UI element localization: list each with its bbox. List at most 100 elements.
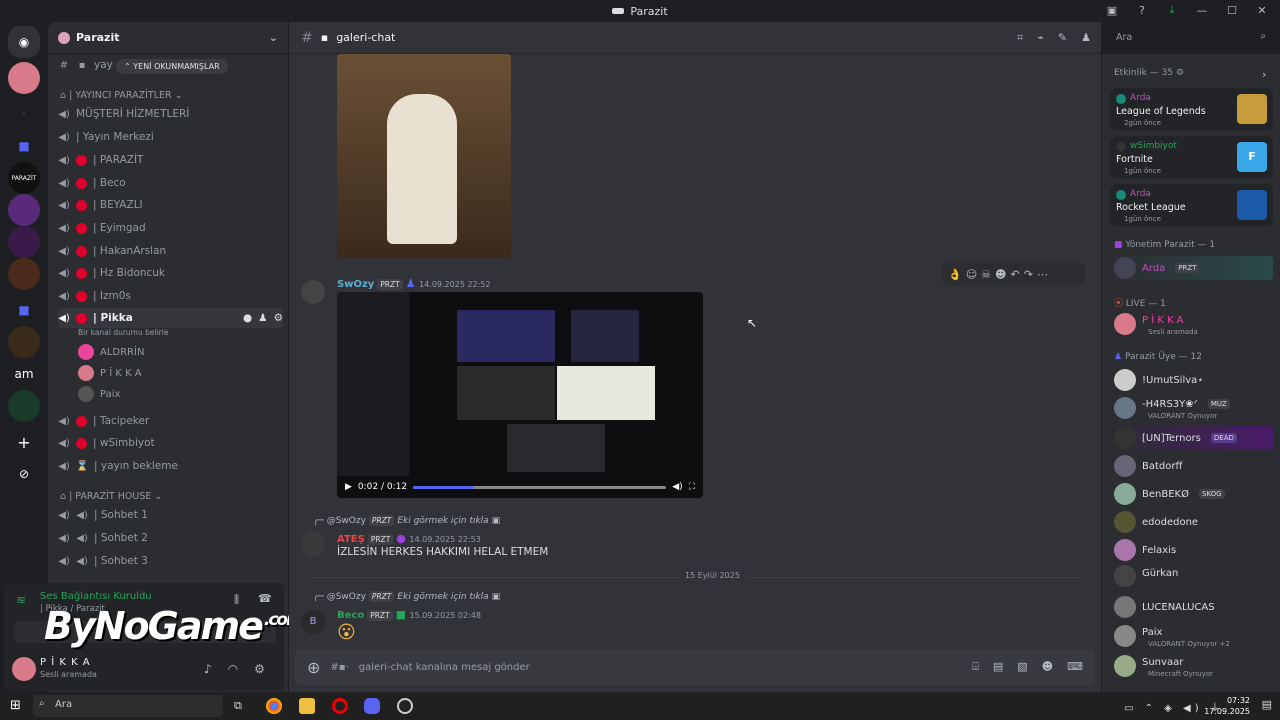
voice-member[interactable]: Paix — [78, 385, 120, 403]
gear-icon[interactable]: ⚙ — [254, 662, 265, 676]
obs-icon[interactable] — [397, 698, 413, 714]
add-attachment-icon[interactable]: ⊕ — [307, 658, 320, 677]
forward-icon[interactable]: ↷ — [1024, 268, 1033, 281]
folder-icon[interactable]: ■ — [8, 130, 40, 162]
play-icon[interactable]: ▶ — [345, 482, 352, 492]
member-item[interactable]: P İ K K A Sesli aramada — [1114, 312, 1274, 336]
channel-eyimgad[interactable]: ◀) | Eyimgad — [58, 218, 283, 238]
clock[interactable]: 07:32 17.09.2025 — [1204, 695, 1250, 717]
avatar[interactable]: B — [301, 610, 325, 634]
gif-icon[interactable]: ▤ — [993, 660, 1003, 674]
threads-icon[interactable]: ⌗ — [1017, 31, 1023, 45]
image-attachment[interactable] — [337, 54, 511, 258]
discord-icon[interactable] — [364, 698, 380, 714]
minimize-icon[interactable]: — — [1194, 4, 1210, 17]
guild-icon[interactable]: · — [8, 98, 40, 130]
reaction-skull-icon[interactable]: ☠ — [981, 268, 991, 281]
mute-icon[interactable]: ⌁ — [1037, 31, 1044, 45]
channel-wsimbiyot[interactable]: ◀) | wSimbiyot — [58, 433, 283, 453]
emoji-icon[interactable]: ☻ — [1042, 660, 1053, 674]
user-avatar[interactable] — [12, 657, 36, 681]
reply-reference[interactable]: ╭─ @SwOzy PRZT Eki görmek için tıkla ▣ — [313, 515, 500, 526]
member-item[interactable]: Paix VALORANT Oynuyor +2 — [1114, 624, 1274, 648]
folder-icon[interactable]: ■ — [8, 294, 40, 326]
help-icon[interactable]: ? — [1134, 4, 1150, 17]
chevron-right-icon[interactable]: › — [1262, 68, 1266, 81]
taskbar-search[interactable]: ⌕ Ara — [33, 695, 223, 717]
download-icon[interactable]: ⤓ — [1164, 3, 1180, 17]
guild-icon[interactable] — [8, 226, 40, 258]
channel-tacipeker[interactable]: ◀) | Tacipeker — [58, 411, 283, 431]
guild-icon[interactable] — [8, 62, 40, 94]
username[interactable]: Beco — [337, 610, 364, 621]
member-item[interactable]: BenBEKØ SKOG — [1114, 482, 1274, 506]
close-icon[interactable]: ✕ — [1254, 4, 1270, 17]
guild-parazit[interactable]: PARAZİT — [8, 162, 40, 194]
video-attachment[interactable]: ▶ 0:02 / 0:12 ◀) ⛶ — [337, 292, 703, 498]
opera-icon[interactable] — [332, 698, 348, 714]
message-input[interactable]: galeri-chat kanalına mesaj gönder — [359, 662, 530, 673]
gift-icon[interactable]: ⌸ — [972, 660, 979, 674]
maximize-icon[interactable]: ☐ — [1224, 4, 1240, 17]
pin-icon[interactable]: ✎ — [1058, 31, 1067, 45]
sticker-icon[interactable]: ▧ — [1017, 660, 1027, 674]
channel-parazit[interactable]: ◀) | PARAZİT — [58, 150, 283, 170]
fullscreen-icon[interactable]: ⛶ — [689, 482, 695, 492]
guild-icon[interactable] — [8, 390, 40, 422]
reaction-ok-icon[interactable]: 👌 — [948, 268, 962, 281]
category-yayinci[interactable]: ⌂ | YAYINCI PARAZİTLER ⌄ — [60, 90, 183, 101]
add-member-icon[interactable]: ♟ — [258, 312, 267, 324]
channel-musteri[interactable]: ◀) MÜŞTERİ HİZMETLERİ — [58, 104, 283, 124]
channel-sohbet-1[interactable]: ◀) ◀) | Sohbet 1 — [58, 505, 283, 525]
member-item[interactable]: !UmutSilva⋆ — [1114, 368, 1274, 392]
activity-card[interactable]: Arda Rocket League 1gün önce — [1110, 184, 1273, 226]
sticker-emoji[interactable]: 😮 — [337, 622, 356, 643]
windows-start-icon[interactable]: ⊞ — [10, 698, 21, 713]
add-reaction-icon[interactable]: ☻ — [995, 268, 1006, 281]
video-progress[interactable] — [413, 485, 667, 489]
channel-sohbet-2[interactable]: ◀) ◀) | Sohbet 2 — [58, 528, 283, 548]
member-item[interactable]: Sunvaar Minecraft Oynuyor — [1114, 654, 1274, 678]
category-house[interactable]: ⌂ | PARAZİT HOUSE ⌄ — [60, 491, 162, 502]
task-view-icon[interactable]: ⧉ — [234, 699, 242, 713]
chat-icon[interactable]: ● — [243, 312, 252, 324]
channel-hakanarslan[interactable]: ◀) | HakanArslan — [58, 241, 283, 261]
voice-member[interactable]: P İ K K A — [78, 364, 142, 382]
apps-icon[interactable]: ⌨ — [1067, 660, 1083, 674]
members-icon[interactable]: ♟ — [1081, 31, 1091, 45]
add-server-icon[interactable]: + — [8, 426, 40, 458]
reply-icon[interactable]: ↶ — [1011, 268, 1020, 281]
microphone-icon[interactable]: ♪ — [204, 662, 212, 676]
channel-beco[interactable]: ◀) | Beco — [58, 173, 283, 193]
member-item[interactable]: LUCENALUCAS — [1114, 595, 1274, 619]
channel-pikka[interactable]: ◀) | Pikka ● ♟ ⚙ — [58, 308, 283, 328]
voice-status[interactable]: Ses Bağlantısı Kuruldu — [40, 591, 152, 602]
member-item[interactable]: [UN]Ternors DEAD — [1110, 426, 1274, 450]
unread-banner[interactable]: ⌃ YENİ OKUNMAMIŞLAR — [116, 59, 228, 74]
notification-icon[interactable]: ▤ — [1262, 698, 1272, 711]
member-item[interactable]: Gürkan — [1114, 564, 1274, 588]
channel-status-prompt[interactable]: Bir kanal durumu belirle — [78, 328, 168, 337]
username[interactable]: ATEŞ — [337, 534, 365, 545]
member-item[interactable]: Arda PRZT — [1110, 256, 1273, 280]
message-composer[interactable]: ⊕ #▪· galeri-chat kanalına mesaj gönder … — [295, 649, 1095, 685]
member-item[interactable]: Felaxis — [1114, 538, 1274, 562]
reaction-smile-icon[interactable]: ☺ — [966, 268, 977, 281]
guild-am[interactable]: am — [8, 358, 40, 390]
inbox-icon[interactable]: ▣ — [1104, 4, 1120, 17]
chrome-icon[interactable] — [266, 698, 282, 714]
discord-home-icon[interactable]: ◉ — [8, 26, 40, 58]
file-explorer-icon[interactable] — [299, 698, 315, 714]
member-item[interactable]: Batdorff — [1114, 454, 1274, 478]
search-input[interactable]: Ara ⌕ — [1110, 28, 1272, 48]
channel-izm0s[interactable]: ◀) | Izm0s — [58, 286, 283, 306]
username[interactable]: SwOzy — [337, 279, 374, 290]
server-header[interactable]: Parazit ⌄ — [48, 22, 288, 54]
member-item[interactable]: edodedone — [1114, 510, 1274, 534]
voice-member[interactable]: ALDRRİN — [78, 343, 144, 361]
guild-icon[interactable] — [8, 194, 40, 226]
user-name[interactable]: P İ K K A — [40, 657, 91, 668]
channel-sohbet-3[interactable]: ◀) ◀) | Sohbet 3 — [58, 551, 283, 571]
activity-card[interactable]: wSimbiyot Fortnite 1gün önce F — [1110, 136, 1273, 178]
channel-yayin-merkezi[interactable]: ◀) | Yayın Merkezi — [58, 127, 283, 147]
